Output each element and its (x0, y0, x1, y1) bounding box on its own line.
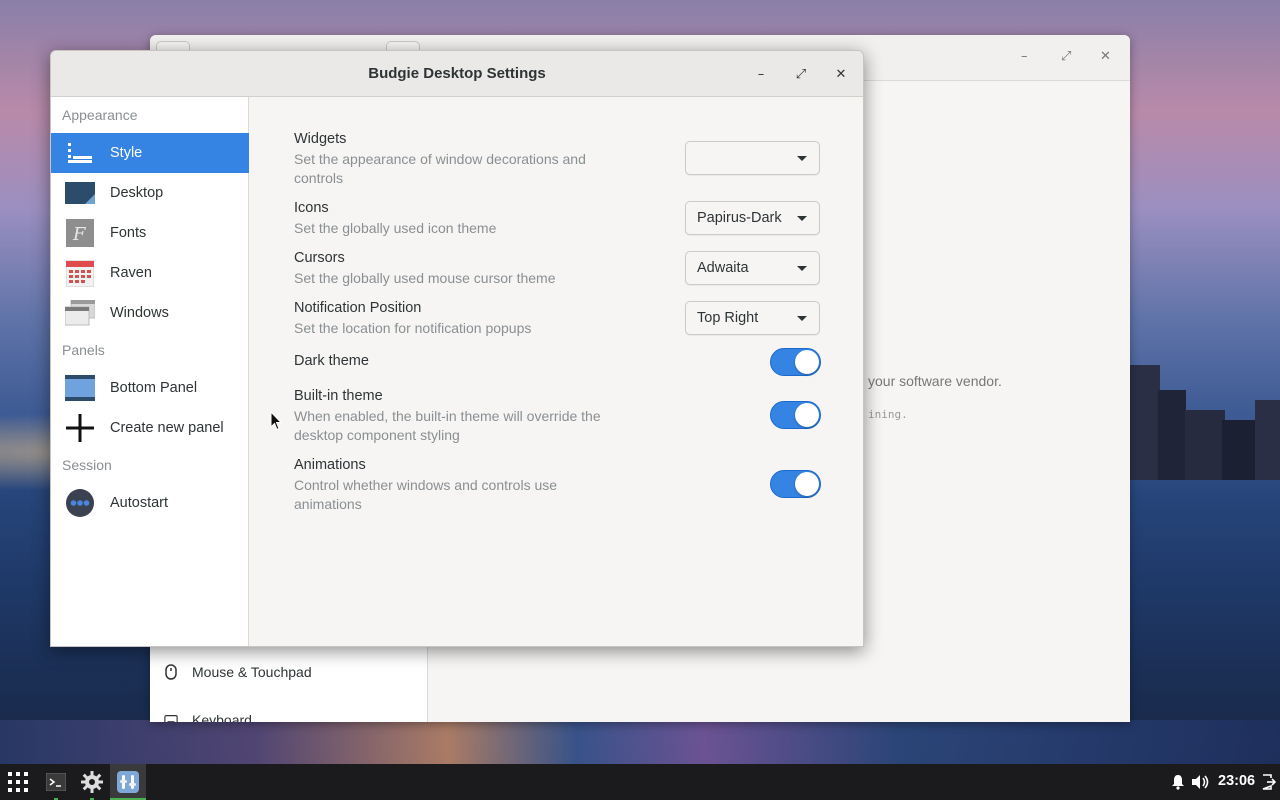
notification-position-title: Notification Position (294, 300, 422, 316)
section-panels: Panels (62, 342, 105, 358)
background-sidebar-item-label: Mouse & Touchpad (192, 664, 312, 680)
notification-position-dropdown-value: Top Right (697, 310, 759, 326)
icons-description: Set the globally used icon theme (294, 220, 497, 236)
power-icon[interactable] (1258, 764, 1280, 800)
sidebar: Appearance Style Desktop F Fonts Raven W… (51, 97, 249, 646)
volume-icon[interactable] (1188, 764, 1212, 800)
sidebar-item-style[interactable]: Style (51, 133, 249, 173)
chevron-down-icon (797, 156, 807, 161)
fonts-icon: F (65, 219, 95, 247)
cursors-dropdown[interactable]: Adwaita (685, 251, 820, 285)
dark-theme-switch[interactable] (770, 348, 821, 376)
svg-text:F: F (72, 224, 87, 245)
mouse-pointer-icon (270, 410, 283, 435)
widgets-title: Widgets (294, 131, 347, 147)
sidebar-item-windows[interactable]: Windows (51, 293, 249, 333)
widgets-dropdown[interactable] (685, 141, 820, 175)
close-button[interactable]: ✕ (830, 63, 852, 85)
widgets-description: Set the appearance of window decorations… (294, 151, 586, 186)
panel-icon (65, 374, 95, 402)
sidebar-item-fonts[interactable]: F Fonts (51, 213, 249, 253)
section-appearance: Appearance (62, 107, 138, 123)
sidebar-item-label: Autostart (110, 495, 169, 511)
cursors-dropdown-value: Adwaita (697, 260, 749, 276)
wallpaper-water-reflection (0, 720, 1280, 765)
sidebar-item-label: Raven (110, 265, 152, 281)
sidebar-item-bottom-panel[interactable]: Bottom Panel (51, 368, 249, 408)
settings-gear-icon[interactable] (74, 764, 110, 800)
background-sidebar-item-mouse[interactable]: Mouse & Touchpad (150, 652, 428, 692)
taskbar: 23:06 (0, 764, 1280, 800)
wallpaper-city-skyline (1130, 330, 1280, 480)
desktop-icon (65, 179, 95, 207)
icons-dropdown-value: Papirus-Dark (697, 210, 782, 226)
dark-theme-title: Dark theme (294, 353, 369, 369)
budgie-settings-icon[interactable] (110, 764, 146, 800)
chevron-down-icon (797, 316, 807, 321)
background-running-text: ining. (868, 408, 908, 421)
icons-title: Icons (294, 200, 329, 216)
mouse-icon (164, 664, 178, 680)
sidebar-item-create-new-panel[interactable]: Create new panel (51, 408, 249, 448)
cursors-description: Set the globally used mouse cursor theme (294, 270, 556, 286)
windows-icon (65, 299, 95, 327)
autostart-icon (65, 489, 95, 517)
sidebar-item-autostart[interactable]: Autostart (51, 483, 249, 523)
sidebar-item-label: Fonts (110, 225, 147, 241)
sidebar-item-desktop[interactable]: Desktop (51, 173, 249, 213)
notification-position-description: Set the location for notification popups (294, 320, 532, 336)
animations-description: Control whether windows and controls use… (294, 477, 558, 512)
switch-knob (795, 350, 819, 374)
clock[interactable]: 23:06 (1218, 773, 1255, 789)
builtin-theme-title: Built-in theme (294, 388, 383, 404)
sidebar-item-label: Style (110, 145, 143, 161)
sidebar-item-label: Create new panel (110, 420, 224, 436)
icons-dropdown[interactable]: Papirus-Dark (685, 201, 820, 235)
keyboard-icon (164, 712, 178, 722)
section-session: Session (62, 457, 112, 473)
style-icon (65, 139, 95, 167)
switch-knob (795, 403, 819, 427)
plus-icon (65, 414, 95, 442)
background-sidebar-item-keyboard[interactable]: Keyboard (150, 700, 428, 722)
maximize-button[interactable]: ⤢ (790, 63, 812, 85)
budgie-settings-window[interactable]: Budgie Desktop Settings – ⤢ ✕ Appearance… (50, 50, 864, 647)
sidebar-item-label: Windows (110, 305, 169, 321)
animations-switch[interactable] (770, 470, 821, 498)
builtin-theme-description: When enabled, the built-in theme will ov… (294, 408, 601, 443)
notification-position-dropdown[interactable]: Top Right (685, 301, 820, 335)
raven-calendar-icon (65, 259, 95, 287)
animations-title: Animations (294, 457, 366, 473)
terminal-icon[interactable] (38, 764, 74, 800)
cursors-title: Cursors (294, 250, 345, 266)
sidebar-item-label: Desktop (110, 185, 164, 201)
chevron-down-icon (797, 216, 807, 221)
background-vendor-text: your software vendor. (868, 373, 1002, 389)
style-settings-content: Widgets Set the appearance of window dec… (250, 97, 863, 646)
window-title: Budgie Desktop Settings (368, 65, 546, 82)
background-maximize-button[interactable]: ⤢ (1061, 49, 1071, 64)
minimize-button[interactable]: – (750, 63, 772, 85)
sidebar-item-label: Bottom Panel (110, 380, 198, 396)
background-close-button[interactable]: ✕ (1100, 49, 1111, 64)
background-sidebar-item-label: Keyboard (192, 712, 252, 722)
titlebar[interactable]: Budgie Desktop Settings – ⤢ ✕ (51, 51, 863, 97)
sidebar-item-raven[interactable]: Raven (51, 253, 249, 293)
chevron-down-icon (797, 266, 807, 271)
app-grid-icon[interactable] (0, 764, 36, 800)
switch-knob (795, 472, 819, 496)
builtin-theme-switch[interactable] (770, 401, 821, 429)
background-minimize-button[interactable]: – (1021, 49, 1028, 64)
notification-bell-icon[interactable] (1166, 764, 1190, 800)
